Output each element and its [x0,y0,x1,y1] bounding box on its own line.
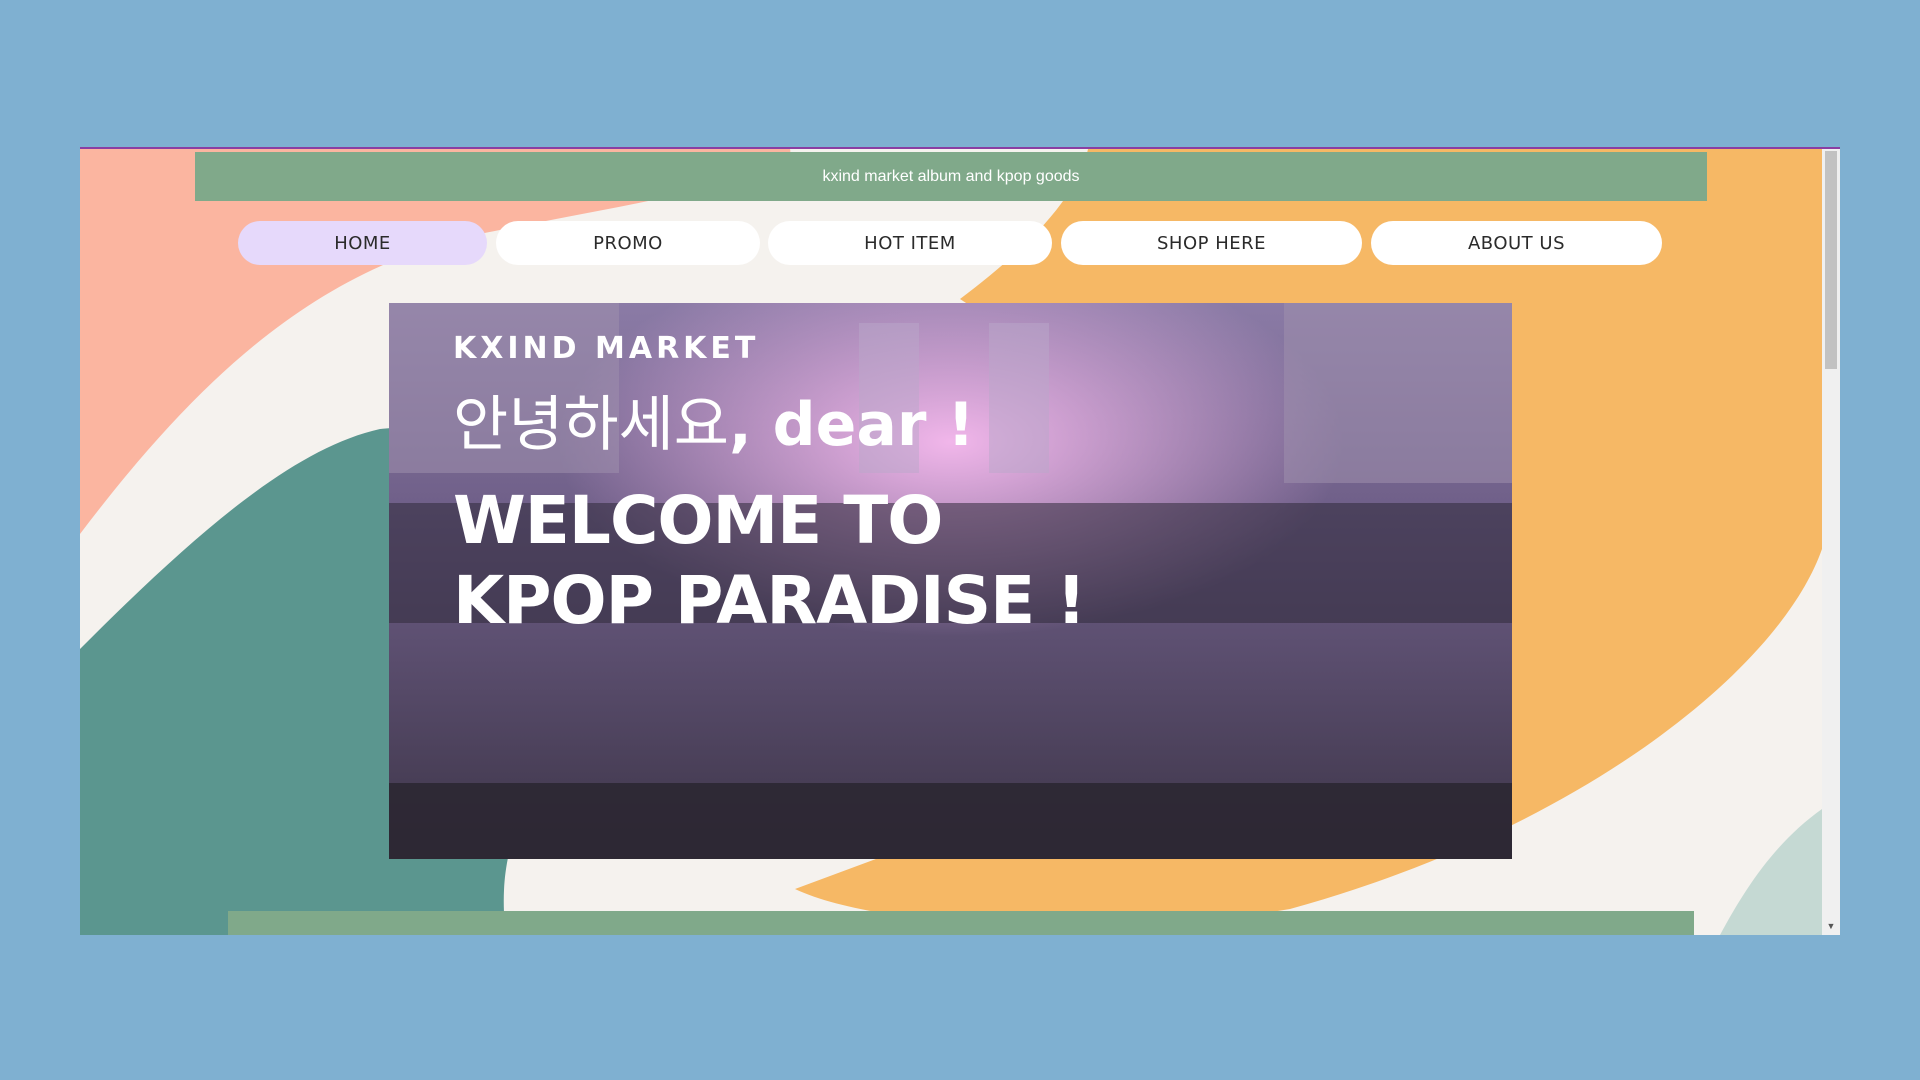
nav-shop-here[interactable]: SHOP HERE [1061,221,1362,265]
hero-headline: WELCOME TO KPOP PARADISE ! [453,481,1086,641]
hero-greeting-korean: 안녕하세요 [453,390,729,460]
scrollbar-thumb[interactable] [1825,151,1837,369]
hero-brand: KXIND MARKET [453,331,760,366]
nav-promo-label: PROMO [593,232,663,254]
section-title-banner [228,911,1694,935]
nav-shop-here-label: SHOP HERE [1157,232,1266,254]
nav-hot-item-label: HOT ITEM [864,232,956,254]
top-announcement-banner: kxind market album and kpop goods [195,152,1707,201]
nav-hot-item[interactable]: HOT ITEM [768,221,1052,265]
hero-headline-line2: KPOP PARADISE ! [453,562,1086,639]
nav-about-us-label: ABOUT US [1467,232,1565,254]
vertical-scrollbar[interactable]: ▼ [1822,149,1840,935]
mint-blob [1720,809,1822,935]
top-banner-text: kxind market album and kpop goods [822,167,1080,185]
browser-window: kxind market album and kpop goods HOME P… [80,147,1840,935]
hero-greeting: 안녕하세요, dear ! [453,395,975,455]
hero-banner: KXIND MARKET 안녕하세요, dear ! WELCOME TO KP… [389,303,1512,859]
nav-about-us[interactable]: ABOUT US [1371,221,1662,265]
hero-overlay: KXIND MARKET 안녕하세요, dear ! WELCOME TO KP… [389,303,1512,859]
nav-home-label: HOME [334,232,391,254]
triangle-down-icon[interactable]: ▼ [1822,919,1840,933]
hero-greeting-english: , dear ! [729,390,975,460]
hero-headline-line1: WELCOME TO [453,482,943,559]
nav-promo[interactable]: PROMO [496,221,760,265]
nav-home[interactable]: HOME [238,221,487,265]
